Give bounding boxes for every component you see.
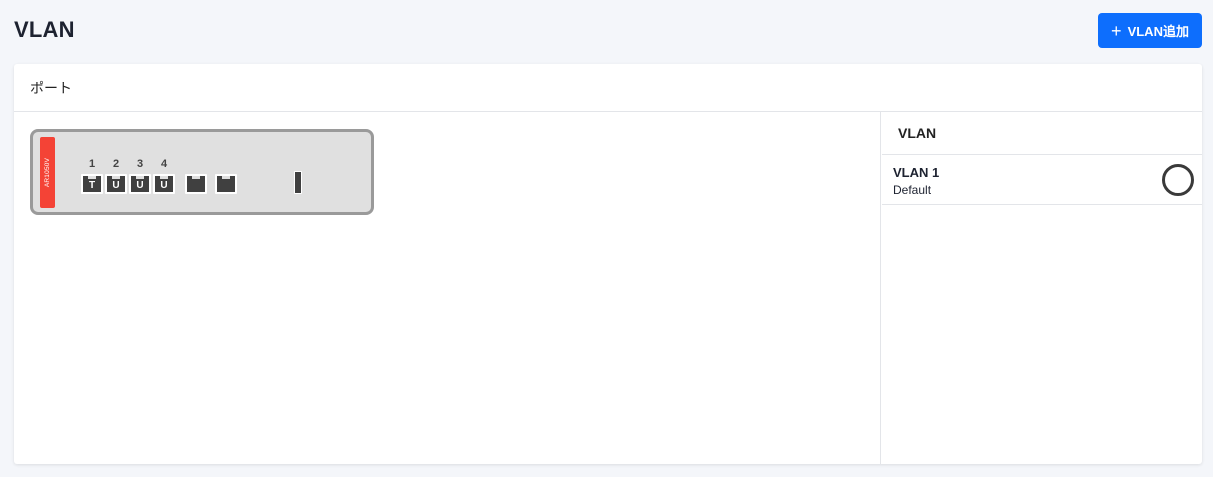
port-number: 1 [88,158,96,170]
port-1[interactable]: T [81,174,103,194]
card-header: ポート [14,64,1202,112]
port-number: 3 [136,158,144,170]
vlan-list-header: VLAN [882,112,1202,155]
vlan-select-radio[interactable] [1162,164,1194,196]
port-4[interactable]: U [153,174,175,194]
port-2[interactable]: U [105,174,127,194]
port-tag: U [112,180,120,191]
port-number: 4 [160,158,168,170]
add-vlan-button[interactable]: + VLAN追加 [1098,13,1202,48]
card-title: ポート [30,79,72,96]
vlan-pane: VLAN VLAN 1 Default [882,112,1202,464]
wan-port-2[interactable] [215,174,237,194]
vlan-name: VLAN 1 [893,165,940,180]
port-tag: U [160,180,168,191]
port-card: ポート AR1050V 1 2 3 4 T U U U VLAN VLAN 1 … [14,64,1202,464]
wan-port-1[interactable] [185,174,207,194]
page-title: VLAN [14,17,75,42]
vlan-description: Default [893,183,932,197]
port-3[interactable]: U [129,174,151,194]
port-tag: U [136,180,144,191]
device-model-label: AR1050V [44,157,52,188]
port-tag: T [88,180,96,191]
vlan-list-item[interactable]: VLAN 1 Default [882,155,1202,205]
port-number: 2 [112,158,120,170]
add-vlan-label: VLAN追加 [1127,24,1189,39]
device-brand-strip: AR1050V [40,137,55,208]
console-port[interactable] [294,171,302,194]
device-pane: AR1050V 1 2 3 4 T U U U [14,112,881,464]
card-body: AR1050V 1 2 3 4 T U U U VLAN VLAN 1 Defa… [14,112,1202,464]
plus-icon: + [1111,20,1122,41]
device-faceplate: AR1050V 1 2 3 4 T U U U [30,129,374,215]
